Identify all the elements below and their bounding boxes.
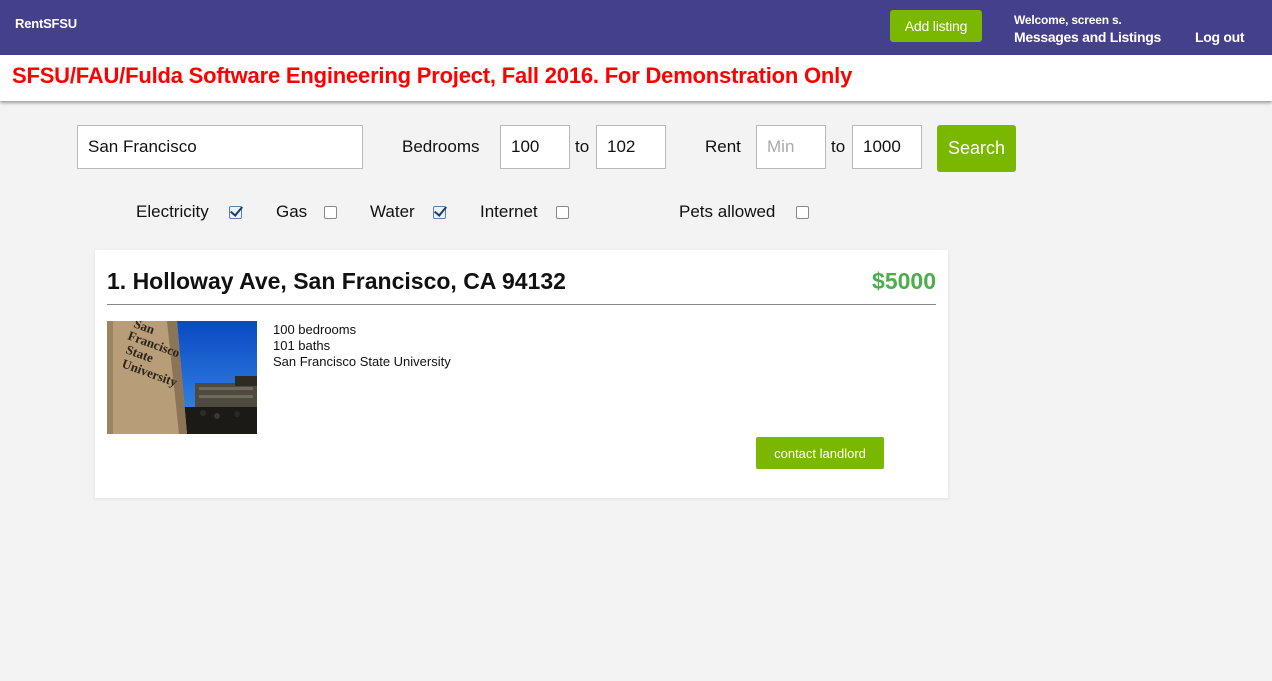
listing-price: $5000: [872, 268, 936, 294]
messages-and-listings-link[interactable]: Messages and Listings: [1014, 29, 1161, 45]
rent-label: Rent: [705, 137, 741, 156]
bedrooms-label: Bedrooms: [402, 137, 480, 156]
location-input[interactable]: San Francisco: [77, 125, 363, 169]
listing-divider: [107, 304, 936, 305]
filter-electricity-label: Electricity: [136, 202, 209, 221]
listing-school: San Francisco State University: [273, 354, 451, 369]
filter-pets-checkbox[interactable]: [796, 206, 809, 219]
filter-pets-label: Pets allowed: [679, 202, 776, 221]
filter-water-label: Water: [370, 202, 415, 221]
contact-landlord-button[interactable]: contact landlord: [756, 437, 884, 469]
filter-gas-label: Gas: [276, 202, 308, 221]
listing-baths: 101 baths: [273, 338, 331, 353]
bedrooms-min-input[interactable]: 100: [500, 125, 570, 169]
sfsu-sign-photo: San Francisco State University: [107, 321, 257, 434]
disclaimer-text: SFSU/FAU/Fulda Software Engineering Proj…: [12, 63, 853, 88]
welcome-text: Welcome, screen s.: [1014, 13, 1122, 27]
filter-internet-checkbox[interactable]: [556, 206, 569, 219]
filter-internet-label: Internet: [480, 202, 538, 221]
listing-photo[interactable]: San Francisco State University: [107, 321, 257, 434]
brand-logo[interactable]: RentSFSU: [15, 16, 77, 31]
logout-link[interactable]: Log out: [1195, 29, 1245, 45]
rent-max-input[interactable]: 1000: [852, 125, 922, 169]
add-listing-button[interactable]: Add listing: [890, 10, 982, 42]
filter-electricity-checkbox[interactable]: [229, 206, 242, 219]
rent-min-input[interactable]: Min: [756, 125, 826, 169]
top-nav-bar: RentSFSU Add listing Welcome, screen s. …: [0, 0, 1272, 55]
bedrooms-to-label: to: [575, 137, 590, 156]
listing-card: 1. Holloway Ave, San Francisco, CA 94132…: [95, 250, 948, 498]
filter-gas-checkbox[interactable]: [324, 206, 337, 219]
listing-details: 100 bedrooms 101 baths San Francisco Sta…: [273, 322, 451, 370]
disclaimer-banner: SFSU/FAU/Fulda Software Engineering Proj…: [0, 55, 1272, 101]
search-button[interactable]: Search: [937, 125, 1016, 172]
listing-bedrooms: 100 bedrooms: [273, 322, 357, 337]
listing-address[interactable]: 1. Holloway Ave, San Francisco, CA 94132: [107, 268, 566, 295]
rent-to-label: to: [831, 137, 846, 156]
bedrooms-max-input[interactable]: 102: [596, 125, 666, 169]
filter-water-checkbox[interactable]: [433, 206, 446, 219]
